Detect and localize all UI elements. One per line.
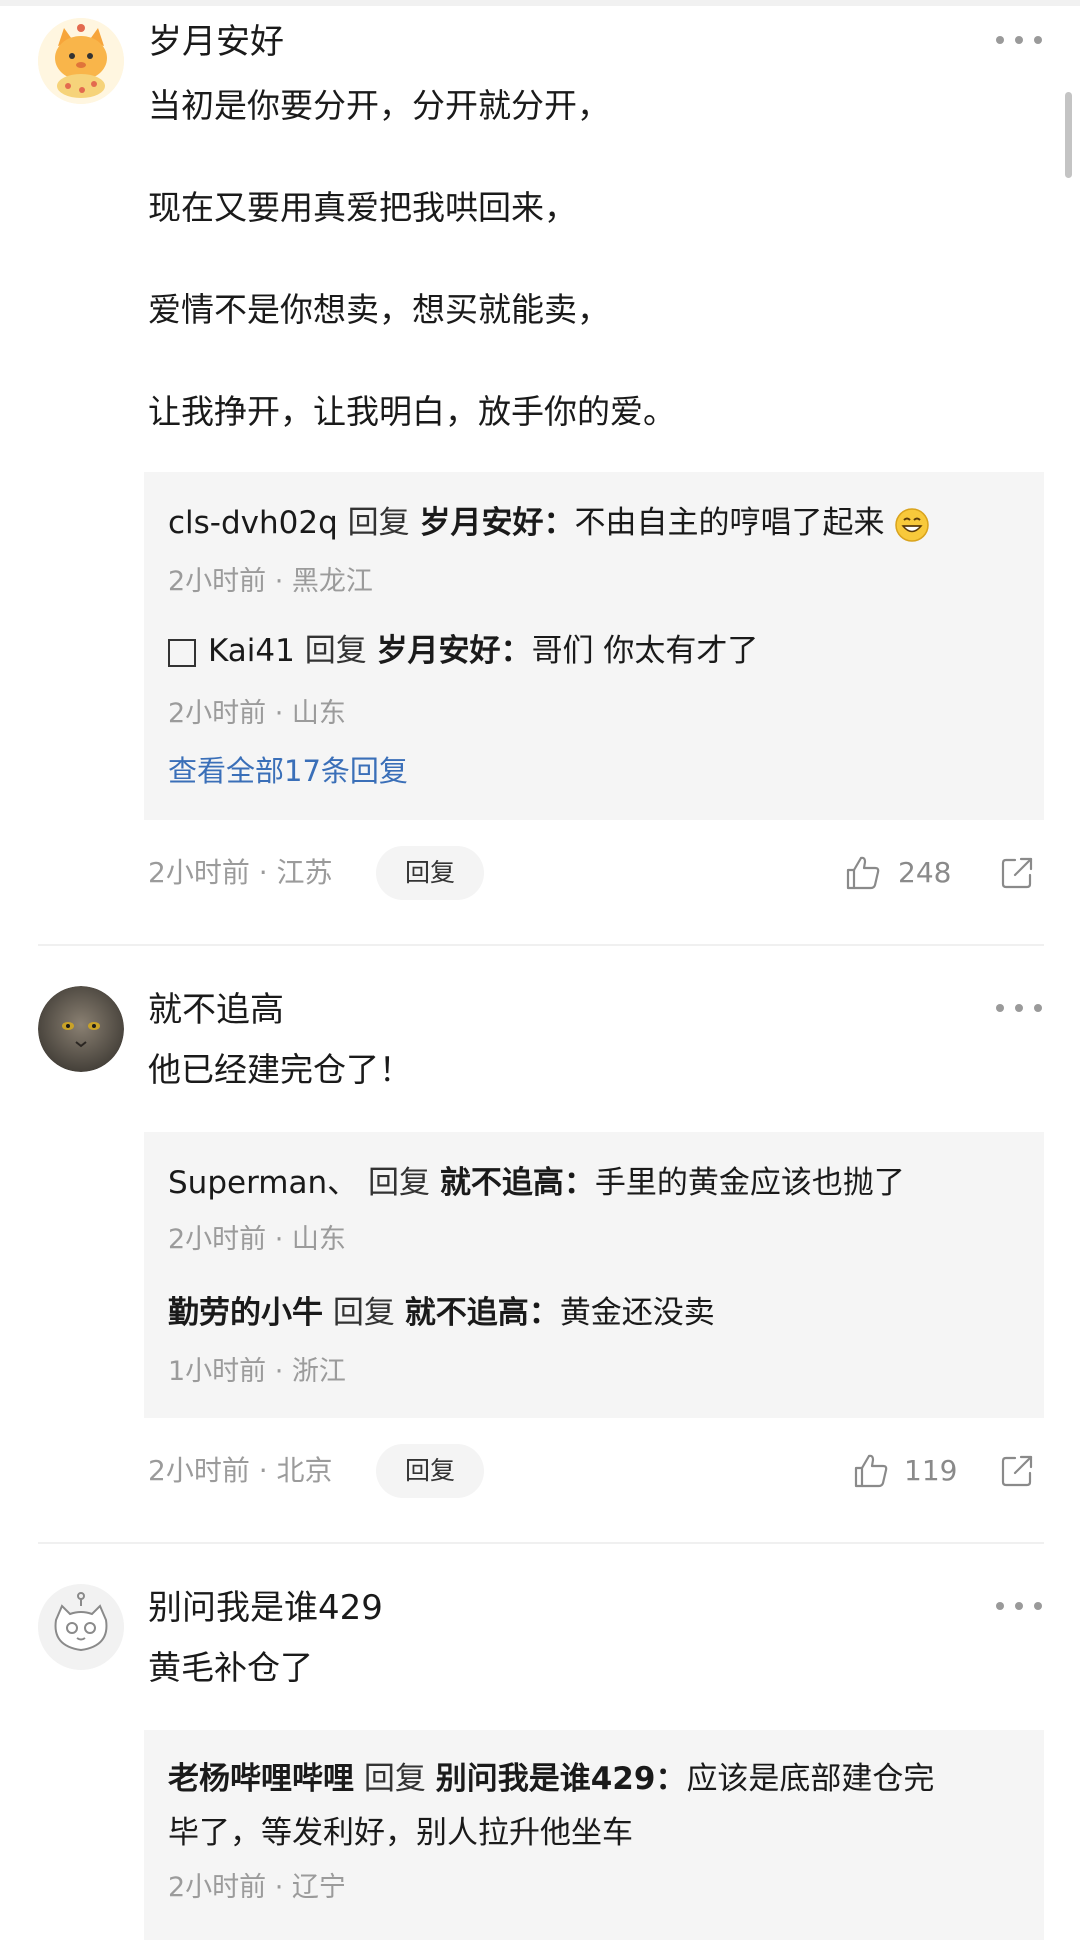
reply-text: 应该是底部建仓完: [686, 1761, 935, 1797]
cat-photo-avatar-icon: [38, 986, 124, 1072]
reply-target[interactable]: 就不追高：: [405, 1295, 560, 1331]
reply-thread: cls-dvh02q 回复 岁月安好：不由自主的哼唱了起来 2小时前 · 黑龙江…: [144, 472, 1044, 820]
comment-meta: 2小时前 · 江苏: [148, 856, 333, 889]
reply-author[interactable]: Superman、: [168, 1165, 358, 1201]
reply-verb: 回复: [304, 633, 367, 669]
more-options-icon[interactable]: [996, 1002, 1042, 1014]
comment-text-line: 他已经建完仓了！: [148, 1050, 412, 1089]
grinning-emoji-icon: [895, 507, 930, 542]
reply-text-continued: 毕了，等发利好，别人拉升他坐车: [168, 1815, 633, 1851]
comment-divider: [38, 1542, 1044, 1544]
reply-thread: 老杨哔哩哔哩 回复 别问我是谁429：应该是底部建仓完 毕了，等发利好，别人拉升…: [144, 1730, 1044, 1940]
checkbox-icon: [168, 638, 196, 667]
comment-text-line: 让我挣开，让我明白，放手你的爱。: [148, 392, 676, 431]
reply-text: 手里的黄金应该也抛了: [594, 1165, 905, 1201]
avatar[interactable]: [38, 1584, 124, 1670]
reply-meta: 2小时前 · 山东: [168, 1224, 346, 1255]
thumbs-up-icon[interactable]: [852, 1452, 890, 1490]
share-icon[interactable]: [1000, 856, 1034, 890]
reply-author[interactable]: cls-dvh02q: [168, 505, 338, 541]
avatar[interactable]: [38, 18, 124, 104]
reply-item[interactable]: 勤劳的小牛 回复 就不追高：黄金还没卖: [168, 1294, 715, 1332]
reply-author[interactable]: 老杨哔哩哔哩: [168, 1761, 354, 1797]
share-icon[interactable]: [1000, 1454, 1034, 1488]
reply-verb: 回复: [367, 1165, 430, 1201]
comment-text-line: 当初是你要分开，分开就分开，: [148, 86, 610, 125]
reply-text: 不由自主的哼唱了起来: [574, 505, 885, 541]
comment-meta: 2小时前 · 北京: [148, 1454, 333, 1487]
reply-verb: 回复: [347, 505, 410, 541]
reply-thread: Superman、 回复 就不追高：手里的黄金应该也抛了 2小时前 · 山东 勤…: [144, 1132, 1044, 1418]
reply-meta: 1小时前 · 浙江: [168, 1356, 346, 1387]
reply-item[interactable]: Kai41 回复 岁月安好：哥们 你太有才了: [168, 632, 758, 670]
cat-avatar-icon: [38, 18, 124, 104]
reply-target[interactable]: 就不追高：: [440, 1165, 595, 1201]
reply-text: 哥们 你太有才了: [531, 633, 759, 669]
reply-verb: 回复: [332, 1295, 395, 1331]
reply-text: 黄金还没卖: [559, 1295, 715, 1331]
comment-text-line: 现在又要用真爱把我哄回来，: [148, 188, 577, 227]
comment-username[interactable]: 就不追高: [148, 990, 284, 1030]
comment-username[interactable]: 别问我是谁429: [148, 1588, 383, 1628]
reply-target[interactable]: 别问我是谁429：: [436, 1761, 687, 1797]
reply-target[interactable]: 岁月安好：: [420, 505, 575, 541]
like-count: 119: [904, 1454, 958, 1487]
more-options-icon[interactable]: [996, 34, 1042, 46]
comment-text-line: 爱情不是你想卖，想买就能卖，: [148, 290, 610, 329]
reply-item[interactable]: Superman、 回复 就不追高：手里的黄金应该也抛了: [168, 1164, 905, 1202]
comment-divider: [38, 944, 1044, 946]
reply-author[interactable]: 勤劳的小牛: [168, 1295, 323, 1331]
scrollbar-thumb[interactable]: [1065, 92, 1072, 178]
more-options-icon[interactable]: [996, 1600, 1042, 1612]
reply-item[interactable]: cls-dvh02q 回复 岁月安好：不由自主的哼唱了起来: [168, 504, 930, 543]
reply-meta: 2小时前 · 山东: [168, 698, 346, 729]
reply-verb: 回复: [363, 1761, 426, 1797]
top-separator: [0, 0, 1080, 6]
reply-item[interactable]: 老杨哔哩哔哩 回复 别问我是谁429：应该是底部建仓完: [168, 1760, 934, 1798]
avatar[interactable]: [38, 986, 124, 1072]
comment-text-line: 黄毛补仓了: [148, 1648, 313, 1687]
like-count: 248: [898, 856, 952, 889]
thumbs-up-icon[interactable]: [844, 854, 882, 892]
reply-button[interactable]: 回复: [376, 1444, 484, 1498]
default-cat-avatar-icon: [38, 1584, 124, 1670]
view-all-replies-link[interactable]: 查看全部17条回复: [168, 754, 408, 788]
reply-target[interactable]: 岁月安好：: [377, 633, 532, 669]
reply-author[interactable]: Kai41: [208, 633, 295, 669]
comment-username[interactable]: 岁月安好: [148, 22, 284, 62]
reply-meta: 2小时前 · 辽宁: [168, 1872, 346, 1903]
reply-meta: 2小时前 · 黑龙江: [168, 566, 373, 597]
reply-button[interactable]: 回复: [376, 846, 484, 900]
